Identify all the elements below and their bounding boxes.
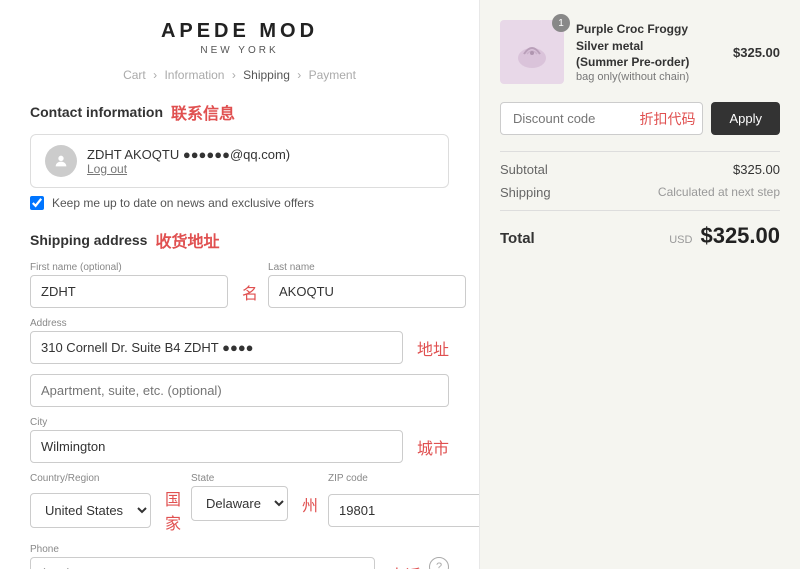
address-label: Address [30, 318, 449, 329]
breadcrumb: Cart › Information › Shipping › Payment [30, 68, 449, 82]
country-state-zip-row: Country/Region United States 国家 State De… [30, 473, 449, 534]
total-row: Total USD $325.00 [500, 223, 780, 249]
breadcrumb-sep2: › [232, 68, 236, 82]
city-input[interactable] [30, 430, 403, 463]
total-value: $325.00 [700, 223, 780, 249]
breadcrumb-shipping[interactable]: Shipping [243, 68, 290, 82]
product-detail: bag only(without chain) [576, 71, 721, 83]
product-name: Purple Croc Froggy Silver metal [576, 21, 721, 55]
state-label: State [191, 473, 318, 484]
first-name-input[interactable] [30, 275, 228, 308]
breadcrumb-sep3: › [297, 68, 301, 82]
left-panel: APEDE MOD NEW YORK Cart › Information › … [0, 0, 480, 569]
breadcrumb-information[interactable]: Information [164, 68, 224, 82]
logout-link[interactable]: Log out [87, 162, 290, 176]
summary-divider-1 [500, 151, 780, 152]
shipping-cost-label: Shipping [500, 185, 551, 200]
product-info: Purple Croc Froggy Silver metal (Summer … [576, 21, 721, 83]
product-price: $325.00 [733, 45, 780, 60]
logo-title: APEDE MOD [30, 20, 449, 43]
city-group: City 城市 [30, 417, 449, 463]
state-group: State Delaware 州 [191, 473, 318, 534]
phone-row: Phone 电话 ? [30, 544, 449, 569]
shipping-chinese: 收货地址 [155, 228, 219, 252]
city-chinese: 城市 [417, 435, 449, 459]
phone-group: Phone 电话 [30, 544, 421, 569]
contact-chinese: 联系信息 [171, 100, 235, 124]
country-group: Country/Region United States 国家 [30, 473, 181, 534]
phone-input[interactable] [30, 557, 375, 569]
logo-subtitle: NEW YORK [30, 45, 449, 56]
breadcrumb-payment[interactable]: Payment [309, 68, 356, 82]
state-select[interactable]: Delaware [191, 486, 288, 521]
country-chinese: 国家 [165, 486, 181, 534]
shipping-label: Shipping address [30, 232, 147, 248]
city-label: City [30, 417, 449, 428]
contact-box: ZDHT AKOQTU ●●●●●●@qq.com) Log out [30, 134, 449, 188]
apt-group [30, 374, 449, 407]
breadcrumb-cart[interactable]: Cart [123, 68, 146, 82]
username: ZDHT AKOQTU ●●●●●●@qq.com) [87, 147, 290, 162]
first-name-group: First name (optional) 名 [30, 262, 258, 308]
contact-label: Contact information [30, 104, 163, 120]
address-group: Address 地址 [30, 318, 449, 364]
apply-button[interactable]: Apply [711, 102, 780, 135]
phone-chinese: 电话 [389, 562, 421, 569]
apt-row [30, 374, 449, 407]
product-row: 1 Purple Croc Froggy Silver metal (Summe… [500, 20, 780, 84]
total-label: Total [500, 230, 535, 247]
name-row: First name (optional) 名 Last name 姓 [30, 262, 449, 308]
address-chinese: 地址 [417, 336, 449, 360]
zip-input[interactable] [328, 494, 480, 527]
city-row: City 城市 [30, 417, 449, 463]
country-label: Country/Region [30, 473, 181, 484]
shipping-section-header: Shipping address 收货地址 [30, 228, 449, 252]
state-chinese: 州 [302, 492, 318, 516]
newsletter-label: Keep me up to date on news and exclusive… [52, 196, 314, 210]
subtotal-row: Subtotal $325.00 [500, 162, 780, 177]
address-input[interactable] [30, 331, 403, 364]
address-row: Address 地址 [30, 318, 449, 364]
zip-group: ZIP code 邮编 [328, 473, 480, 534]
subtotal-label: Subtotal [500, 162, 548, 177]
right-panel: 1 Purple Croc Froggy Silver metal (Summe… [480, 0, 800, 569]
zip-label: ZIP code [328, 473, 480, 484]
newsletter-checkbox[interactable] [30, 196, 44, 210]
first-name-label: First name (optional) [30, 262, 258, 273]
total-currency: USD [669, 234, 692, 246]
product-image-wrap: 1 [500, 20, 564, 84]
contact-info-text: ZDHT AKOQTU ●●●●●●@qq.com) Log out [87, 147, 290, 176]
first-name-chinese: 名 [242, 280, 258, 304]
last-name-group: Last name 姓 [268, 262, 480, 308]
avatar [45, 145, 77, 177]
logo-area: APEDE MOD NEW YORK [30, 20, 449, 56]
last-name-input[interactable] [268, 275, 466, 308]
product-badge: 1 [552, 14, 570, 32]
country-select[interactable]: United States [30, 493, 151, 528]
discount-row: 折扣代码 Apply [500, 102, 780, 135]
phone-label: Phone [30, 544, 421, 555]
product-variant: (Summer Pre-order) [576, 54, 721, 71]
subtotal-value: $325.00 [733, 162, 780, 177]
shipping-row: Shipping Calculated at next step [500, 185, 780, 200]
apt-input[interactable] [30, 374, 449, 407]
phone-help-icon[interactable]: ? [429, 557, 449, 569]
discount-input[interactable] [500, 102, 703, 135]
contact-section-header: Contact information 联系信息 [30, 100, 449, 124]
newsletter-checkbox-row: Keep me up to date on news and exclusive… [30, 196, 449, 210]
shipping-cost-value: Calculated at next step [658, 185, 780, 200]
last-name-label: Last name [268, 262, 480, 273]
summary-divider-2 [500, 210, 780, 211]
breadcrumb-sep1: › [153, 68, 157, 82]
